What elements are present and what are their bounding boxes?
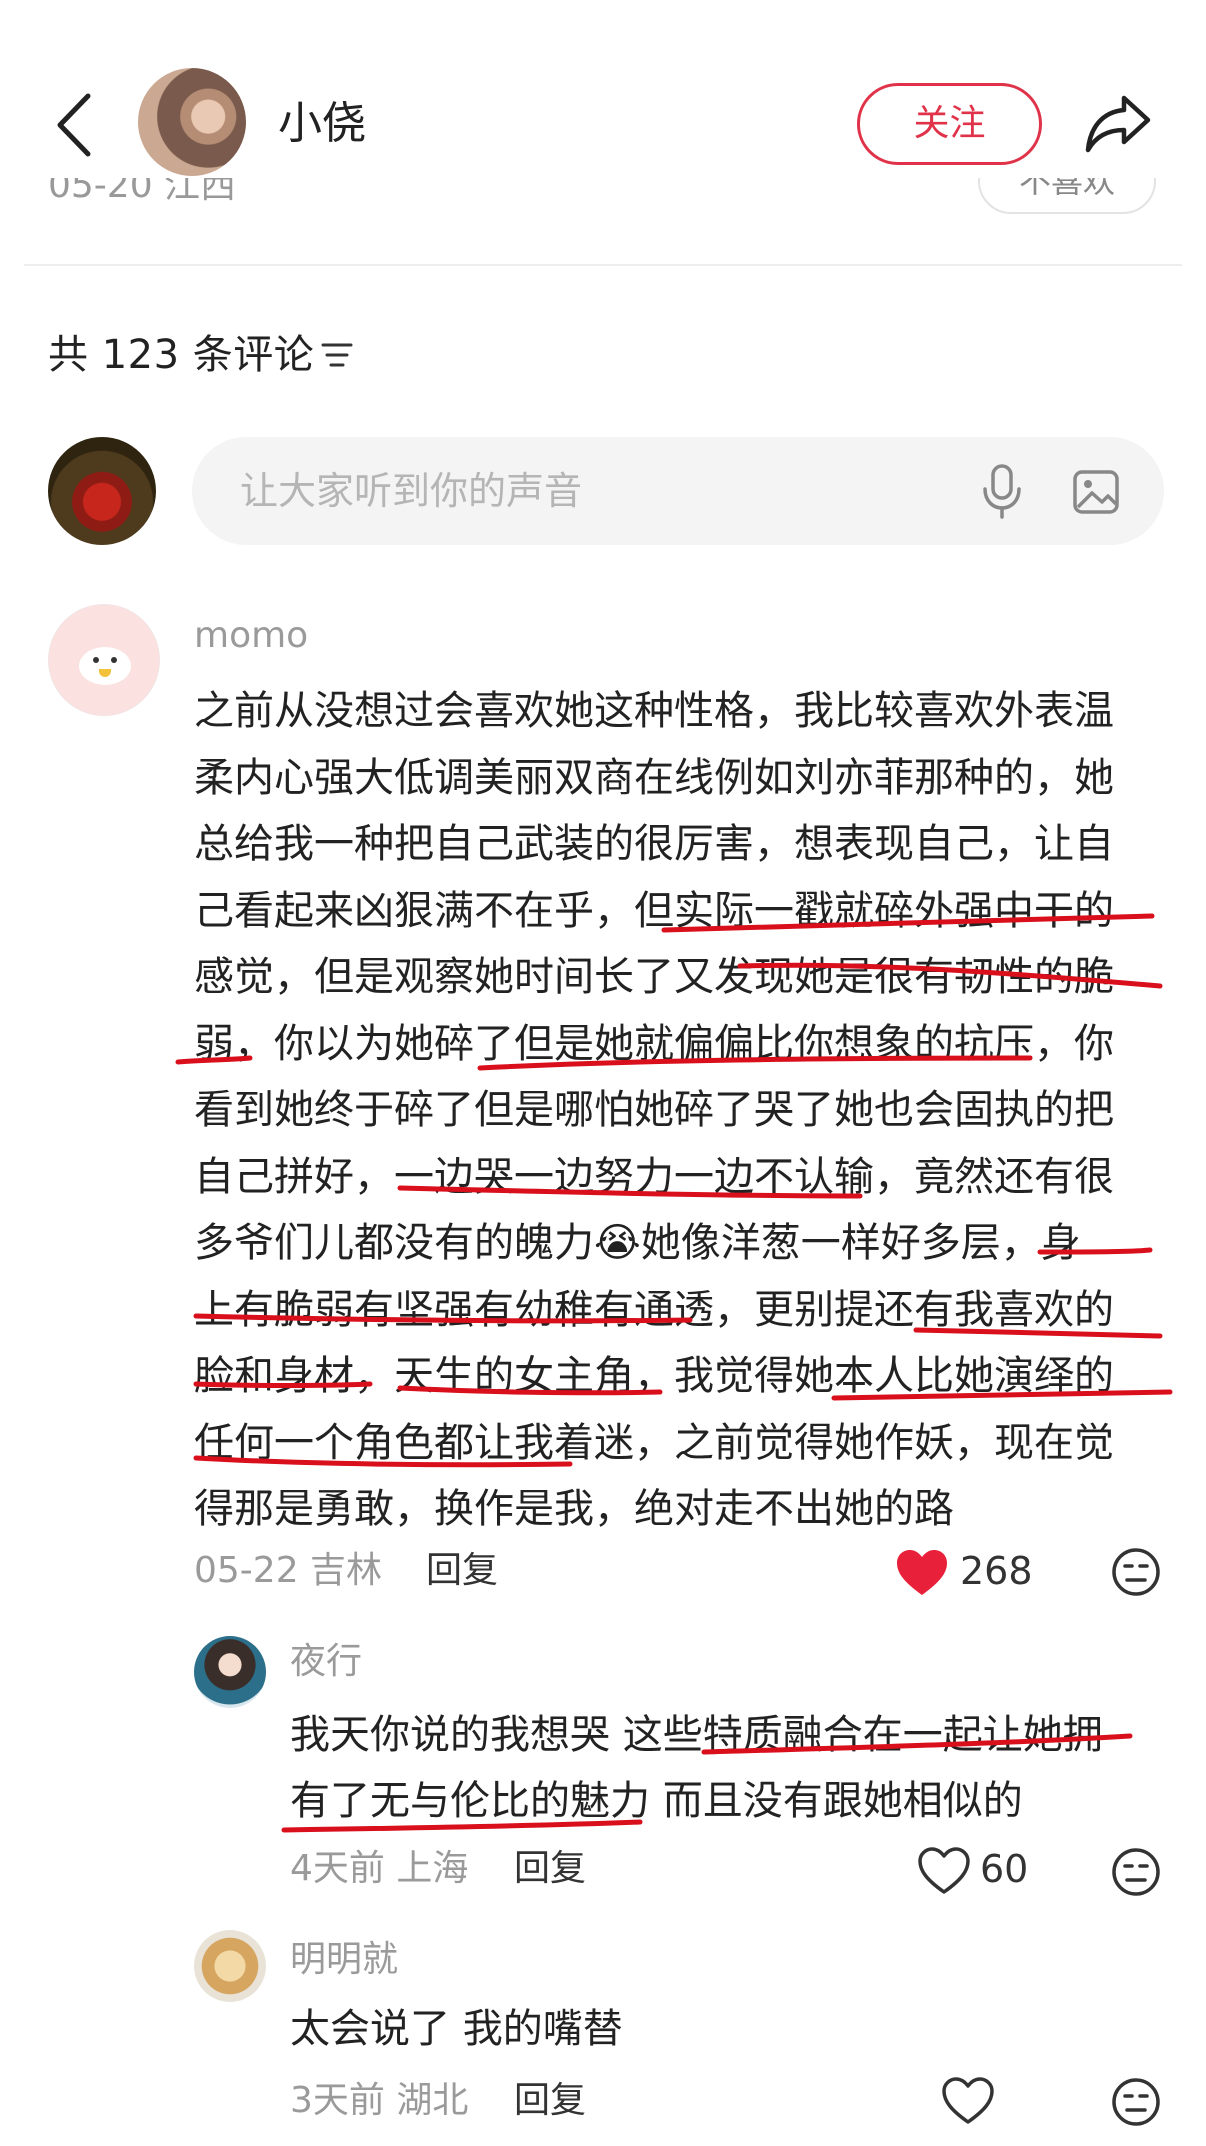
heart-filled-icon[interactable] <box>894 1548 950 1598</box>
comment-line: 总给我一种把自己武装的很厉害，想表现自己，让自 <box>194 821 1114 867</box>
comment-text: 之前从没想过会喜欢她这种性格，我比较喜欢外表温 柔内心强大低调美丽双商在线例如刘… <box>194 678 1174 1543</box>
comment-line: 己看起来凶狠满不在乎，但实际一戳就碎外强中干的 <box>194 887 1114 934</box>
my-avatar <box>48 437 156 545</box>
like-count: 268 <box>960 1549 1033 1593</box>
comment-line: 看到她终于碎了但是哪怕她碎了哭了她也会固执的把 <box>194 1087 1114 1133</box>
comment-line: 柔内心强大低调美丽双商在线例如刘亦菲那种的，她 <box>194 754 1114 801</box>
commenter-avatar[interactable] <box>48 604 160 716</box>
comment-input[interactable]: 让大家听到你的声音 <box>192 437 1164 545</box>
reply-button[interactable]: 回复 <box>514 2078 586 2124</box>
comment-line: 弱，你以为她碎了但是她就偏偏比你想象的抗压，你 <box>194 1020 1114 1067</box>
like-count: 60 <box>980 1847 1029 1891</box>
clipped-post-meta: 05-20 江西 不喜欢 <box>0 178 1206 230</box>
comment-line: 上有脆弱有坚强有幼稚有通透，更别提还有我喜欢的 <box>194 1286 1114 1333</box>
author-name[interactable]: 小侥 <box>278 98 366 150</box>
commenter-avatar[interactable] <box>194 1930 266 2002</box>
share-icon[interactable] <box>1084 92 1154 154</box>
reply-button[interactable]: 回复 <box>514 1846 586 1892</box>
reply-button[interactable]: 回复 <box>426 1548 498 1594</box>
heart-outline-icon[interactable] <box>940 2076 996 2126</box>
author-avatar[interactable] <box>138 68 246 176</box>
comment-line: 脸和身材，天生的女主角，我觉得她本人比她演绎的 <box>194 1353 1114 1399</box>
sort-icon[interactable] <box>320 340 354 370</box>
comment-line: 自己拼好，一边哭一边努力一边不认输，竟然还有很 <box>194 1153 1114 1200</box>
comment-meta: 3天前 湖北 <box>290 2080 469 2121</box>
dislike-button[interactable]: 不喜欢 <box>978 178 1156 214</box>
comment-line: 感觉，但是观察她时间长了又发现她是很有韧性的脆 <box>194 954 1114 1000</box>
comment-line: 之前从没想过会喜欢她这种性格，我比较喜欢外表温 <box>194 688 1114 734</box>
comment-count: 共 123 条评论 <box>48 332 315 378</box>
dislike-face-icon[interactable] <box>1110 2076 1162 2128</box>
divider <box>24 264 1182 266</box>
comment-line: 有了无与伦比的魅力 而且没有跟她相似的 <box>290 1778 1023 1824</box>
comment-line: 得那是勇敢，换作是我，绝对走不出她的路 <box>194 1486 954 1532</box>
commenter-username[interactable]: 明明就 <box>290 1938 398 1982</box>
comment-line: 任何一个角色都让我着迷，之前觉得她作妖，现在觉 <box>194 1419 1114 1466</box>
comment-meta: 05-22 吉林 <box>194 1550 383 1591</box>
dislike-face-icon[interactable] <box>1110 1846 1162 1898</box>
dislike-face-icon[interactable] <box>1110 1546 1162 1598</box>
comment-meta: 4天前 上海 <box>290 1848 469 1889</box>
comment-text: 太会说了 我的嘴替 <box>290 2006 623 2052</box>
heart-outline-icon[interactable] <box>916 1846 972 1896</box>
post-date: 05-20 江西 <box>48 178 237 206</box>
comment-input-placeholder: 让大家听到你的声音 <box>240 469 583 513</box>
follow-button[interactable]: 关注 <box>857 83 1042 165</box>
microphone-icon[interactable] <box>980 463 1024 519</box>
comment-line: 我天你说的我想哭 这些特质融合在一起让她拥 <box>290 1712 1103 1758</box>
commenter-avatar[interactable] <box>194 1636 266 1708</box>
image-icon[interactable] <box>1072 469 1120 515</box>
comment-line: 多爷们儿都没有的魄力😭她像洋葱一样好多层，身 <box>194 1220 1081 1266</box>
commenter-username[interactable]: 夜行 <box>290 1640 362 1684</box>
back-arrow-icon[interactable] <box>52 92 96 158</box>
commenter-username[interactable]: momo <box>194 614 308 658</box>
comment-text: 我天你说的我想哭 这些特质融合在一起让她拥 有了无与伦比的魅力 而且没有跟她相似… <box>290 1702 1170 1834</box>
